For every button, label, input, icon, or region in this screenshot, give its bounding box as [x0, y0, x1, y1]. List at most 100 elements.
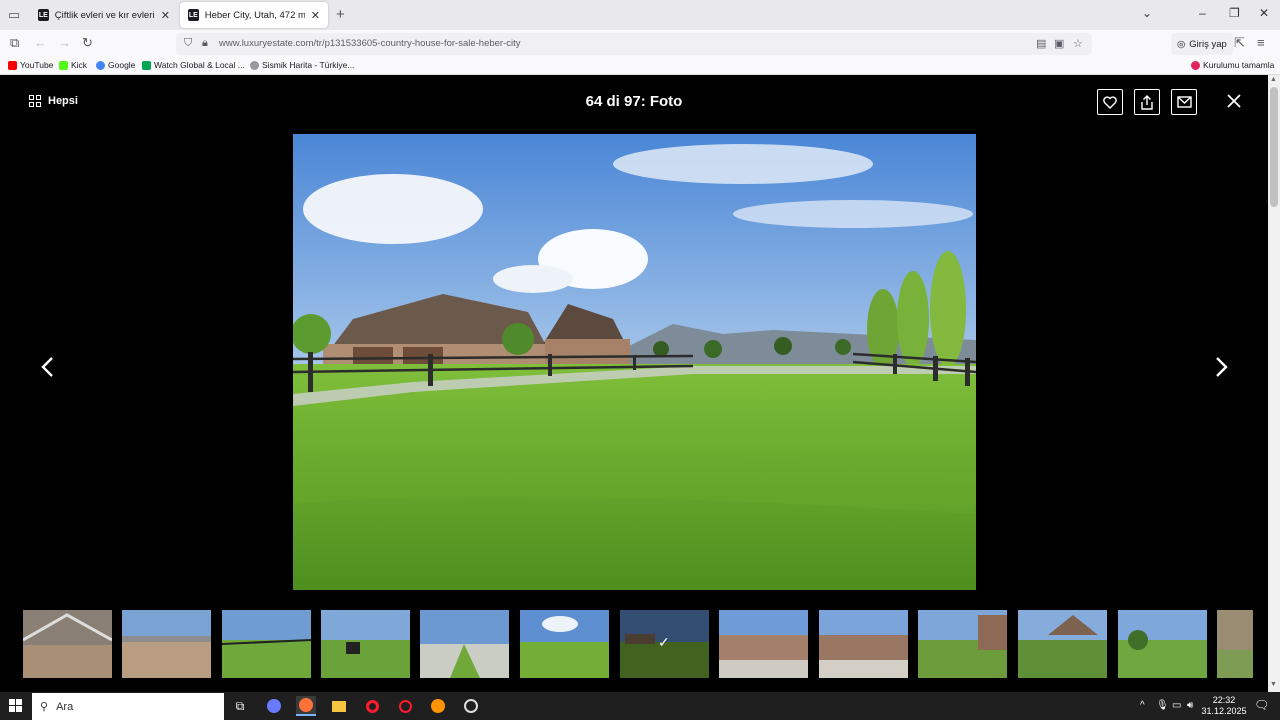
thumbnail-image — [719, 610, 808, 678]
bookmark-star-icon[interactable]: ☆ — [1073, 37, 1083, 50]
tab-title: Heber City, Utah, 472 m2 satılık — [204, 9, 305, 21]
firefox-icon[interactable] — [296, 696, 316, 716]
photo-gallery: Hepsi 64 di 97: Foto ✓ — [0, 75, 1268, 692]
thumbnail[interactable] — [420, 610, 509, 678]
bookmarks-bar: YouTube Kick Google Watch Global & Local… — [0, 57, 1280, 75]
tv-icon — [142, 60, 151, 70]
file-explorer-icon[interactable] — [329, 696, 349, 716]
tab-1[interactable]: LE Çiftlik evleri ve kır evleri satılık … — [30, 2, 178, 28]
tab-list-icon[interactable]: ▭ — [8, 7, 20, 23]
share-button[interactable] — [1134, 89, 1160, 115]
bookmark-label: Watch Global & Local ... — [154, 60, 245, 70]
previous-photo-icon[interactable] — [38, 355, 58, 379]
bookmark-watch-global[interactable]: Watch Global & Local ... — [142, 60, 245, 70]
thumbnail-selected[interactable]: ✓ — [620, 610, 709, 678]
scroll-up-icon[interactable]: ▲ — [1270, 76, 1277, 83]
forward-icon[interactable]: → — [58, 35, 71, 50]
thumbnail[interactable] — [222, 610, 311, 678]
taskbar-clock[interactable]: 22:32 31.12.2025 — [1200, 695, 1248, 717]
favorite-button[interactable] — [1097, 89, 1123, 115]
thumbnail-image — [222, 610, 311, 678]
tab-overflow-icon[interactable]: ⌄ — [1142, 6, 1152, 20]
search-placeholder: Ara — [56, 700, 74, 713]
url-bar[interactable]: ⛉ 🔒︎ www.luxuryestate.com/tr/p131533605-… — [176, 33, 1092, 55]
taskbar-search[interactable]: ⚲ Ara — [32, 693, 224, 720]
tray-expand-icon[interactable]: ^ — [1140, 700, 1145, 711]
login-button[interactable]: ◎ Giriş yap — [1171, 33, 1233, 55]
thumbnail[interactable] — [819, 610, 908, 678]
windows-start-icon[interactable] — [9, 699, 22, 712]
favicon-icon: LE — [188, 9, 199, 21]
thumbnail[interactable] — [122, 610, 211, 678]
tab-2[interactable]: LE Heber City, Utah, 472 m2 satılık ✕ — [180, 2, 328, 28]
window-close-icon[interactable]: ✕ — [1259, 6, 1269, 20]
thumbnail-image — [420, 610, 509, 678]
globe-icon — [250, 60, 259, 70]
thumbnail[interactable] — [1118, 610, 1207, 678]
youtube-icon — [8, 60, 17, 70]
maximize-icon[interactable]: ❐ — [1229, 6, 1240, 20]
scroll-down-icon[interactable]: ▼ — [1270, 681, 1277, 688]
app-icon-1[interactable] — [264, 696, 284, 716]
microphone-icon[interactable]: 🎙︎ — [1156, 700, 1169, 711]
setup-icon — [1191, 60, 1200, 70]
new-tab-icon[interactable]: + — [336, 6, 345, 23]
clock-time: 22:32 — [1212, 695, 1236, 705]
opera-gx-icon[interactable] — [395, 696, 415, 716]
bookmark-setup[interactable]: Kurulumu tamamla — [1191, 60, 1274, 70]
thumbnail[interactable] — [918, 610, 1007, 678]
thumbnail[interactable] — [321, 610, 410, 678]
thumbnail-image — [1217, 610, 1253, 678]
sidebar-icon[interactable]: ⧉ — [10, 35, 19, 51]
thumbnail-image — [122, 610, 211, 678]
bookmark-label: Google — [108, 60, 136, 70]
nav-bar: ⧉ ← → ↻ ⛉ 🔒︎ www.luxuryestate.com/tr/p13… — [0, 30, 1280, 57]
bookmark-label: Kurulumu tamamla — [1203, 60, 1275, 70]
bookmark-kick[interactable]: Kick — [59, 60, 87, 70]
close-tab-icon[interactable]: ✕ — [311, 9, 320, 22]
minimize-icon[interactable]: – — [1199, 6, 1206, 20]
google-icon — [96, 60, 105, 70]
reload-icon[interactable]: ↻ — [82, 35, 93, 51]
opera-icon[interactable] — [362, 696, 382, 716]
notifications-icon[interactable]: 🗨︎ — [1254, 698, 1269, 712]
close-tab-icon[interactable]: ✕ — [161, 9, 170, 22]
bookmark-sismik[interactable]: Sismik Harita - Türkiye... — [250, 60, 354, 70]
thumbnail[interactable] — [23, 610, 112, 678]
property-photo-image — [293, 134, 976, 590]
thumbnail[interactable] — [1018, 610, 1107, 678]
lock-icon[interactable]: 🔒︎ — [202, 37, 208, 50]
reader-icon[interactable]: ▤ — [1036, 37, 1046, 50]
bookmark-google[interactable]: Google — [96, 60, 135, 70]
extensions-icon[interactable]: ⇱ — [1234, 35, 1245, 51]
login-label: Giriş yap — [1189, 38, 1227, 50]
thumbnail-image — [520, 610, 609, 678]
close-gallery-icon[interactable] — [1226, 92, 1242, 110]
thumbnail-strip: ✓ — [0, 610, 1268, 678]
photo-counter: 64 di 97: Foto — [585, 93, 683, 110]
next-photo-icon[interactable] — [1211, 355, 1231, 379]
thumbnail-image — [1018, 610, 1107, 678]
volume-icon[interactable]: 🔊︎ — [1187, 700, 1193, 711]
email-button[interactable] — [1171, 89, 1197, 115]
menu-icon[interactable]: ≡ — [1257, 35, 1265, 50]
steam-icon[interactable] — [461, 696, 481, 716]
scroll-thumb[interactable] — [1270, 87, 1278, 207]
page-scrollbar[interactable]: ▲ ▼ — [1268, 75, 1280, 692]
bookmark-label: YouTube — [20, 60, 54, 70]
account-icon: ◎ — [1177, 38, 1186, 50]
thumbnail-image — [918, 610, 1007, 678]
firefox-alt-icon[interactable] — [428, 696, 448, 716]
bookmark-youtube[interactable]: YouTube — [8, 60, 53, 70]
shield-icon[interactable]: ⛉ — [184, 37, 192, 50]
back-icon[interactable]: ← — [34, 35, 47, 50]
thumbnail[interactable] — [520, 610, 609, 678]
thumbnail[interactable] — [719, 610, 808, 678]
task-view-icon[interactable]: ⧉ — [230, 696, 250, 716]
checkmark-icon: ✓ — [658, 634, 670, 650]
network-icon[interactable]: ▭ — [1172, 700, 1181, 711]
main-photo — [293, 134, 976, 590]
pip-icon[interactable]: ▣ — [1054, 37, 1064, 50]
thumbnail[interactable] — [1217, 610, 1253, 678]
thumbnail-image — [1118, 610, 1207, 678]
